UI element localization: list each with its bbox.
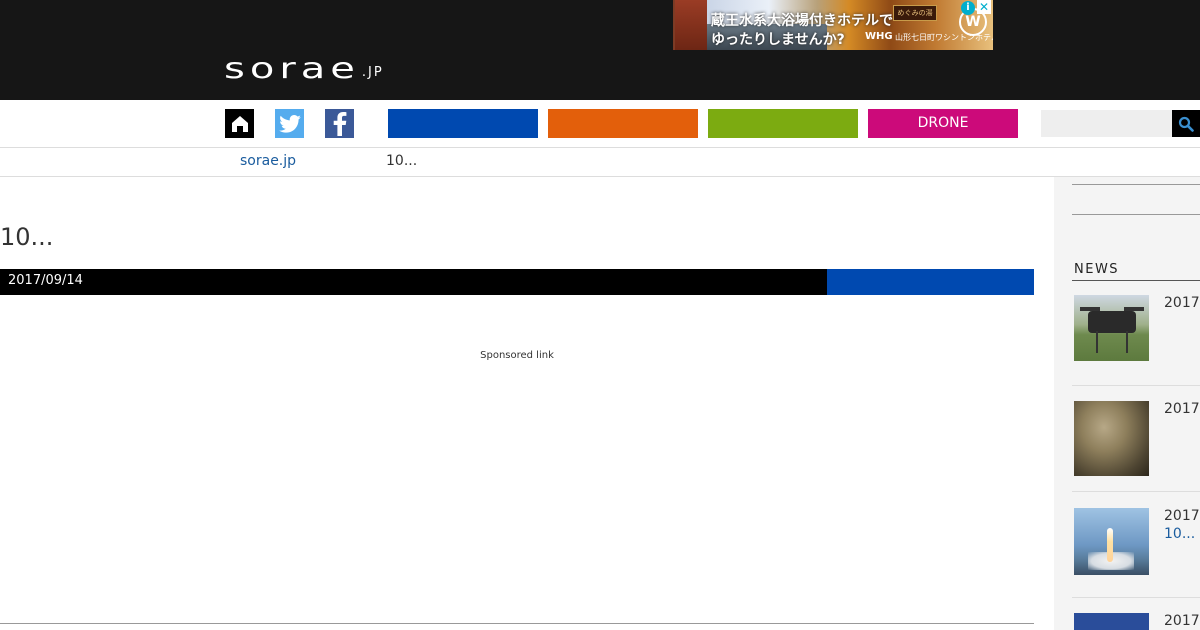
rocket-trail: [1107, 528, 1113, 562]
article-date: 2017/09/14: [8, 273, 83, 288]
facebook-button[interactable]: [325, 109, 354, 138]
news-thumbnail-emblem[interactable]: [1074, 613, 1149, 630]
ad-subline: ゆったりしませんか?: [711, 32, 845, 48]
news-date: 2017: [1164, 401, 1200, 417]
divider: [1072, 214, 1200, 215]
main-nav: DRONE: [0, 100, 1200, 148]
site-logo[interactable]: sorae .JP: [224, 48, 384, 86]
breadcrumb-home-link[interactable]: sorae.jp: [240, 153, 296, 169]
home-button[interactable]: [225, 109, 254, 138]
news-item[interactable]: 2017: [1074, 295, 1200, 375]
search-input[interactable]: [1041, 110, 1173, 137]
twitter-icon: [278, 114, 301, 133]
ad-headline: 蔵王水系大浴場付きホテルで: [711, 13, 893, 29]
twitter-button[interactable]: [275, 109, 304, 138]
divider: [1072, 280, 1200, 281]
news-item[interactable]: 2017 10...: [1074, 508, 1200, 580]
logo-wordmark: sorae: [224, 51, 360, 86]
news-date: 2017: [1164, 613, 1200, 629]
divider: [0, 623, 1034, 624]
ad-close-icon[interactable]: ✕: [977, 0, 991, 14]
news-heading: NEWS: [1074, 262, 1120, 277]
article-main: 10... 2017/09/14 Sponsored link: [0, 177, 1034, 630]
ad-banner[interactable]: 蔵王水系大浴場付きホテルで ゆったりしませんか? めぐみの湯 WHG 山形七日町…: [673, 0, 993, 50]
home-icon: [231, 115, 248, 132]
divider: [1072, 491, 1200, 492]
news-thumbnail-drone[interactable]: [1074, 295, 1149, 361]
news-item[interactable]: 2017: [1074, 401, 1200, 481]
article-category-label[interactable]: [827, 269, 1034, 295]
ad-sign: めぐみの湯: [893, 5, 937, 21]
divider: [1072, 385, 1200, 386]
search-button[interactable]: [1172, 110, 1200, 137]
site-header: sorae .JP 蔵王水系大浴場付きホテルで ゆったりしませんか? めぐみの湯…: [0, 0, 1200, 100]
search-icon: [1178, 116, 1194, 132]
sponsored-link-label: Sponsored link: [480, 350, 554, 361]
drone-body: [1088, 311, 1136, 333]
category-link-3[interactable]: [708, 109, 858, 138]
divider: [1072, 597, 1200, 598]
ad-info-icon[interactable]: i: [961, 1, 975, 15]
news-date: 2017: [1164, 295, 1200, 311]
drone-leg: [1126, 331, 1128, 353]
news-link[interactable]: 10...: [1164, 526, 1195, 542]
sidebar: NEWS 2017 2017 2017 10... 2017: [1054, 177, 1200, 630]
news-item[interactable]: 2017: [1074, 613, 1200, 630]
article-meta-bar: 2017/09/14: [0, 269, 1034, 295]
drone-leg: [1096, 331, 1098, 353]
news-thumbnail-rocket[interactable]: [1074, 508, 1149, 575]
logo-tld: .JP: [361, 65, 384, 80]
breadcrumb: sorae.jp 10...: [0, 148, 1200, 177]
category-link-1[interactable]: [388, 109, 538, 138]
news-thumbnail-planet[interactable]: [1074, 401, 1149, 476]
category-link-2[interactable]: [548, 109, 698, 138]
category-link-drone[interactable]: DRONE: [868, 109, 1018, 138]
news-date: 2017: [1164, 508, 1200, 524]
ad-building-image: [675, 0, 707, 50]
ad-brand: WHG: [865, 31, 893, 42]
facebook-icon: [333, 111, 346, 136]
breadcrumb-current: 10...: [386, 153, 418, 169]
divider: [1072, 184, 1200, 185]
page-title: 10...: [0, 223, 54, 251]
